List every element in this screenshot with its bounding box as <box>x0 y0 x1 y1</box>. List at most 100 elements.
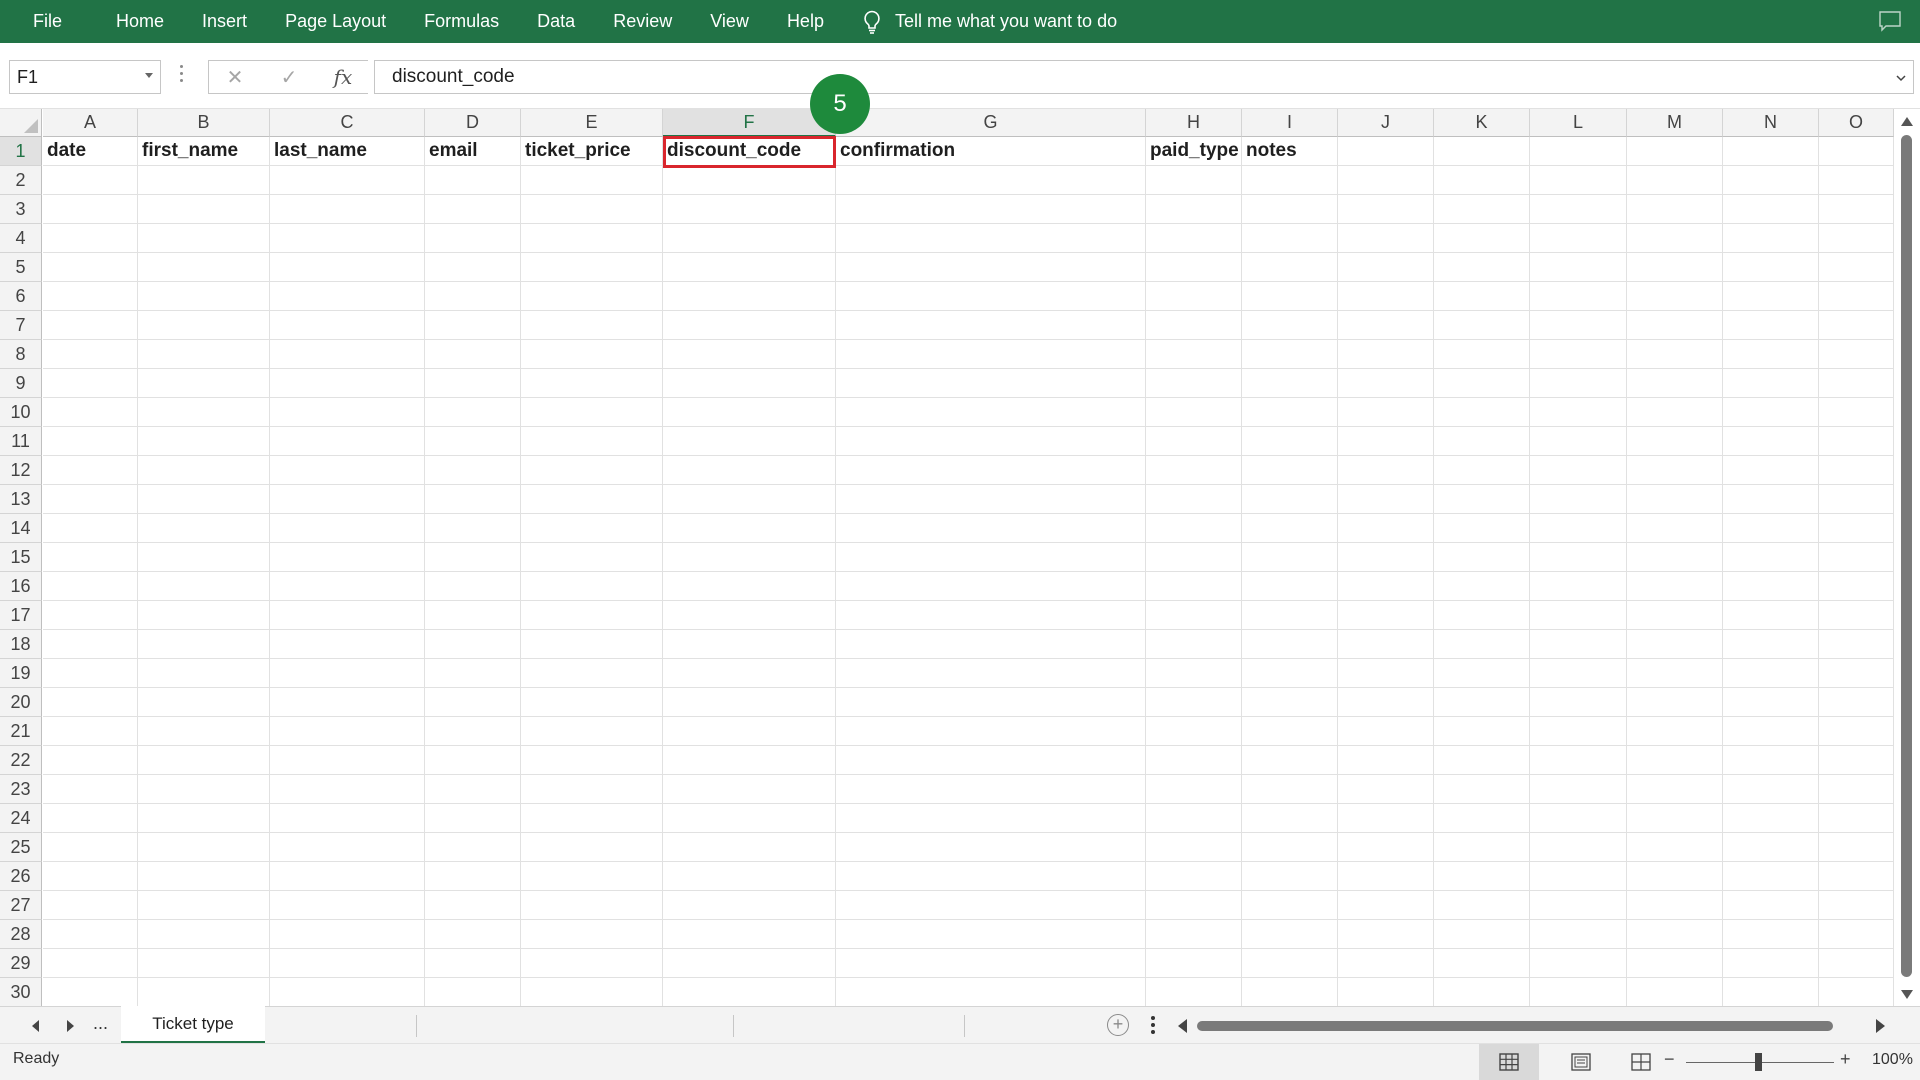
cell-k12[interactable] <box>1434 456 1530 485</box>
cell-o4[interactable] <box>1819 224 1894 253</box>
cell-n30[interactable] <box>1723 978 1819 1006</box>
cell-d16[interactable] <box>425 572 521 601</box>
cell-d11[interactable] <box>425 427 521 456</box>
cell-h11[interactable] <box>1146 427 1242 456</box>
cell-d15[interactable] <box>425 543 521 572</box>
cell-b20[interactable] <box>138 688 270 717</box>
cell-b11[interactable] <box>138 427 270 456</box>
cell-g11[interactable] <box>836 427 1146 456</box>
cell-o1[interactable] <box>1819 137 1894 166</box>
cell-k20[interactable] <box>1434 688 1530 717</box>
cell-d10[interactable] <box>425 398 521 427</box>
cell-g17[interactable] <box>836 601 1146 630</box>
cell-m25[interactable] <box>1627 833 1723 862</box>
cell-m17[interactable] <box>1627 601 1723 630</box>
cell-h16[interactable] <box>1146 572 1242 601</box>
cell-k18[interactable] <box>1434 630 1530 659</box>
cell-l26[interactable] <box>1530 862 1627 891</box>
cell-h18[interactable] <box>1146 630 1242 659</box>
cell-e17[interactable] <box>521 601 663 630</box>
cell-e21[interactable] <box>521 717 663 746</box>
cell-l12[interactable] <box>1530 456 1627 485</box>
cell-f15[interactable] <box>663 543 836 572</box>
cell-a8[interactable] <box>43 340 138 369</box>
cell-a9[interactable] <box>43 369 138 398</box>
cell-c26[interactable] <box>270 862 425 891</box>
cell-b27[interactable] <box>138 891 270 920</box>
insert-function-icon[interactable]: fx <box>326 60 360 94</box>
column-header-k[interactable]: K <box>1434 109 1530 137</box>
cell-n23[interactable] <box>1723 775 1819 804</box>
cell-l17[interactable] <box>1530 601 1627 630</box>
cell-e7[interactable] <box>521 311 663 340</box>
cell-c14[interactable] <box>270 514 425 543</box>
cell-l6[interactable] <box>1530 282 1627 311</box>
cell-l9[interactable] <box>1530 369 1627 398</box>
zoom-slider-thumb[interactable] <box>1755 1053 1762 1071</box>
cell-h20[interactable] <box>1146 688 1242 717</box>
cell-m27[interactable] <box>1627 891 1723 920</box>
cell-l30[interactable] <box>1530 978 1627 1006</box>
cell-g25[interactable] <box>836 833 1146 862</box>
cell-b19[interactable] <box>138 659 270 688</box>
cell-a21[interactable] <box>43 717 138 746</box>
cell-c23[interactable] <box>270 775 425 804</box>
cell-j24[interactable] <box>1338 804 1434 833</box>
cell-j15[interactable] <box>1338 543 1434 572</box>
cell-a24[interactable] <box>43 804 138 833</box>
row-header-12[interactable]: 12 <box>0 456 42 485</box>
cell-b2[interactable] <box>138 166 270 195</box>
cell-m19[interactable] <box>1627 659 1723 688</box>
cell-d27[interactable] <box>425 891 521 920</box>
cell-o14[interactable] <box>1819 514 1894 543</box>
row-header-11[interactable]: 11 <box>0 427 42 456</box>
column-header-o[interactable]: O <box>1819 109 1894 137</box>
cell-o9[interactable] <box>1819 369 1894 398</box>
cell-d12[interactable] <box>425 456 521 485</box>
cell-k28[interactable] <box>1434 920 1530 949</box>
tell-me-search[interactable]: Tell me what you want to do <box>843 0 1117 43</box>
cell-b30[interactable] <box>138 978 270 1006</box>
cell-c5[interactable] <box>270 253 425 282</box>
cell-a28[interactable] <box>43 920 138 949</box>
row-header-5[interactable]: 5 <box>0 253 42 282</box>
cell-j16[interactable] <box>1338 572 1434 601</box>
cell-a5[interactable] <box>43 253 138 282</box>
cell-a16[interactable] <box>43 572 138 601</box>
cell-f21[interactable] <box>663 717 836 746</box>
cell-f27[interactable] <box>663 891 836 920</box>
more-sheets-button[interactable]: ... <box>93 1013 108 1034</box>
cell-i11[interactable] <box>1242 427 1338 456</box>
cell-a22[interactable] <box>43 746 138 775</box>
cell-d2[interactable] <box>425 166 521 195</box>
cell-a30[interactable] <box>43 978 138 1006</box>
cell-k6[interactable] <box>1434 282 1530 311</box>
cell-d28[interactable] <box>425 920 521 949</box>
cell-b9[interactable] <box>138 369 270 398</box>
column-header-n[interactable]: N <box>1723 109 1819 137</box>
cell-m9[interactable] <box>1627 369 1723 398</box>
cell-i13[interactable] <box>1242 485 1338 514</box>
cell-f18[interactable] <box>663 630 836 659</box>
cell-f30[interactable] <box>663 978 836 1006</box>
cell-c15[interactable] <box>270 543 425 572</box>
cell-g20[interactable] <box>836 688 1146 717</box>
cell-a17[interactable] <box>43 601 138 630</box>
cell-h30[interactable] <box>1146 978 1242 1006</box>
cell-o6[interactable] <box>1819 282 1894 311</box>
cell-f7[interactable] <box>663 311 836 340</box>
cell-g13[interactable] <box>836 485 1146 514</box>
cell-f19[interactable] <box>663 659 836 688</box>
column-header-l[interactable]: L <box>1530 109 1627 137</box>
cell-i22[interactable] <box>1242 746 1338 775</box>
cell-l13[interactable] <box>1530 485 1627 514</box>
cell-g24[interactable] <box>836 804 1146 833</box>
cell-i19[interactable] <box>1242 659 1338 688</box>
cell-b3[interactable] <box>138 195 270 224</box>
cell-n6[interactable] <box>1723 282 1819 311</box>
cell-e30[interactable] <box>521 978 663 1006</box>
cell-g23[interactable] <box>836 775 1146 804</box>
cell-c24[interactable] <box>270 804 425 833</box>
cell-b12[interactable] <box>138 456 270 485</box>
menu-formulas[interactable]: Formulas <box>405 0 518 43</box>
